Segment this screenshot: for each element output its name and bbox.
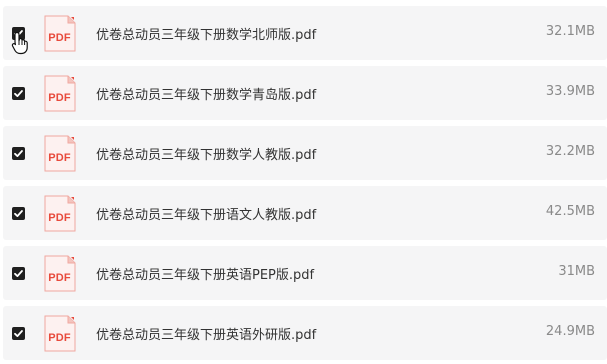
pdf-icon-label: PDF xyxy=(48,212,71,224)
file-row[interactable]: PDF 优卷总动员三年级下册语文人教版.pdf 42.5MB xyxy=(3,186,607,240)
file-size: 32.1MB xyxy=(545,24,595,39)
file-name[interactable]: 优卷总动员三年级下册数学北师版.pdf xyxy=(96,24,316,43)
file-name[interactable]: 优卷总动员三年级下册数学青岛版.pdf xyxy=(96,84,316,103)
pdf-icon-label: PDF xyxy=(48,92,71,104)
pdf-file-icon: PDF xyxy=(44,15,76,52)
pdf-icon-label: PDF xyxy=(48,272,71,284)
file-checkbox[interactable] xyxy=(12,267,25,280)
file-name[interactable]: 优卷总动员三年级下册数学人教版.pdf xyxy=(96,144,316,163)
file-name[interactable]: 优卷总动员三年级下册语文人教版.pdf xyxy=(96,204,316,223)
pdf-icon-label: PDF xyxy=(48,332,71,344)
pdf-file-icon: PDF xyxy=(44,195,76,232)
checkmark-icon xyxy=(14,150,23,157)
file-list: PDF 优卷总动员三年级下册数学北师版.pdf 32.1MB PDF 优卷总动员… xyxy=(0,0,607,364)
file-row[interactable]: PDF 优卷总动员三年级下册数学青岛版.pdf 33.9MB xyxy=(3,66,607,120)
file-checkbox[interactable] xyxy=(12,27,25,40)
pdf-file-icon: PDF xyxy=(44,75,76,112)
file-checkbox[interactable] xyxy=(12,87,25,100)
file-checkbox[interactable] xyxy=(12,327,25,340)
file-checkbox[interactable] xyxy=(12,207,25,220)
file-row[interactable]: PDF 优卷总动员三年级下册英语PEP版.pdf 31MB xyxy=(3,246,607,300)
file-size: 24.9MB xyxy=(545,324,595,339)
file-name[interactable]: 优卷总动员三年级下册英语PEP版.pdf xyxy=(96,264,314,283)
checkmark-icon xyxy=(14,30,23,37)
file-name[interactable]: 优卷总动员三年级下册英语外研版.pdf xyxy=(96,324,316,343)
file-row[interactable]: PDF 优卷总动员三年级下册数学人教版.pdf 32.2MB xyxy=(3,126,607,180)
pdf-file-icon: PDF xyxy=(44,255,76,292)
file-checkbox[interactable] xyxy=(12,147,25,160)
checkmark-icon xyxy=(14,210,23,217)
pdf-icon-label: PDF xyxy=(48,152,71,164)
checkmark-icon xyxy=(14,270,23,277)
pdf-icon-label: PDF xyxy=(48,32,71,44)
checkmark-icon xyxy=(14,90,23,97)
file-row[interactable]: PDF 优卷总动员三年级下册英语外研版.pdf 24.9MB xyxy=(3,306,607,360)
file-size: 32.2MB xyxy=(545,144,595,159)
file-row[interactable]: PDF 优卷总动员三年级下册数学北师版.pdf 32.1MB xyxy=(3,6,607,60)
file-size: 33.9MB xyxy=(545,84,595,99)
checkmark-icon xyxy=(14,330,23,337)
file-size: 31MB xyxy=(558,264,595,279)
pdf-file-icon: PDF xyxy=(44,315,76,352)
pdf-file-icon: PDF xyxy=(44,135,76,172)
file-size: 42.5MB xyxy=(545,204,595,219)
